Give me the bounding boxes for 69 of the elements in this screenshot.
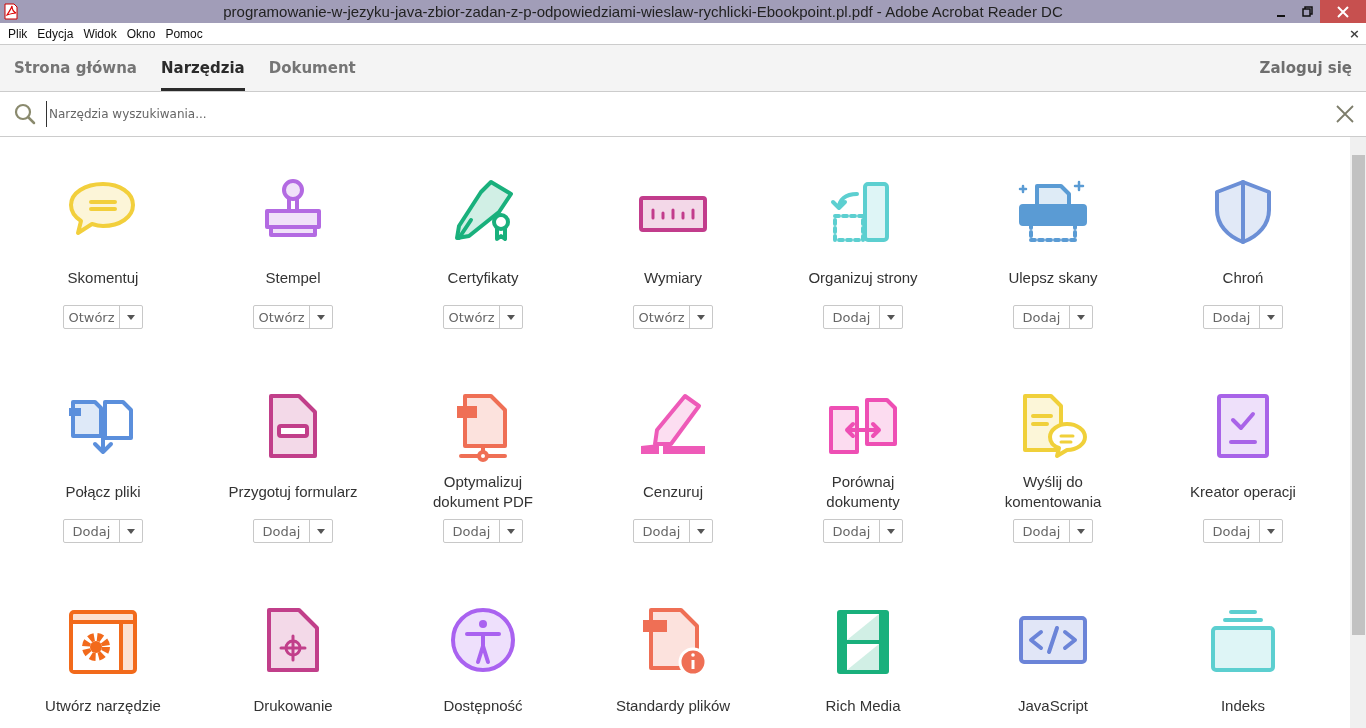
tool-name: Kreator operacji: [1189, 482, 1297, 502]
tool-action-button[interactable]: Dodaj: [253, 519, 333, 543]
tool-action-button[interactable]: Dodaj: [1013, 519, 1093, 543]
caret-icon: [1267, 314, 1275, 320]
tool-name: Skomentuj: [66, 268, 140, 288]
tool-name: Dostępność: [442, 696, 524, 716]
caret-icon: [697, 314, 705, 320]
tool-action-button[interactable]: Dodaj: [443, 519, 523, 543]
tool-action-button[interactable]: Otwórz: [253, 305, 333, 329]
close-icon[interactable]: [1336, 105, 1354, 123]
window-title: programowanie-w-jezyku-java-zbior-zadan-z-p-odpowiedziami-wieslaw-rychlicki-Ebookpoint.pl.pdf - Adobe Acrobat Reader DC: [222, 3, 1064, 20]
caret-icon: [507, 314, 515, 320]
caret-icon: [1077, 314, 1085, 320]
menu-item[interactable]: Pomoc: [161, 26, 207, 41]
tool-name: Wyślij do komentowania: [1003, 472, 1103, 512]
caret-icon: [507, 528, 515, 534]
tool-action-button[interactable]: Dodaj: [823, 519, 903, 543]
tool-name: Cenzuruj: [642, 482, 704, 502]
caret-icon: [127, 314, 135, 320]
tool-name: Ulepsz skany: [1007, 268, 1099, 288]
caret-icon: [887, 528, 895, 534]
tool-name: Chroń: [1221, 268, 1265, 288]
tool-name: JavaScript: [1017, 696, 1089, 716]
menu-item[interactable]: Edycja: [33, 26, 78, 41]
tab[interactable]: Dokument: [268, 45, 356, 91]
tool-action-button[interactable]: Dodaj: [1203, 519, 1283, 543]
caret-icon: [1267, 528, 1275, 534]
search-icon: [14, 103, 36, 125]
tool-name: Przygotuj formularz: [227, 482, 359, 502]
menu-item[interactable]: Okno: [122, 26, 160, 41]
caret-icon: [317, 528, 325, 534]
menu-item[interactable]: Plik: [4, 26, 32, 41]
caret-icon: [317, 314, 325, 320]
tab[interactable]: Strona główna: [14, 45, 137, 91]
tool-name: Organizuj strony: [807, 268, 919, 288]
tool-action-button[interactable]: Dodaj: [823, 305, 903, 329]
close-document-button[interactable]: ×: [1349, 26, 1360, 41]
tool-name: Standardy plików: [614, 696, 732, 716]
tool-action-button[interactable]: Dodaj: [1013, 305, 1093, 329]
tool-action-button[interactable]: Otwórz: [443, 305, 523, 329]
tool-name: Indeks: [1219, 696, 1267, 716]
tool-name: Certyfikaty: [446, 268, 520, 288]
tool-name: Rich Media: [824, 696, 902, 716]
minimize-icon: [1277, 14, 1285, 17]
caret-icon: [697, 528, 705, 534]
caret-icon: [1077, 528, 1085, 534]
tool-action-button[interactable]: Otwórz: [63, 305, 143, 329]
caret-icon: [127, 528, 135, 534]
tool-action-button[interactable]: Otwórz: [633, 305, 713, 329]
tool-action-button[interactable]: Dodaj: [63, 519, 143, 543]
pdf-app-icon: [4, 3, 18, 20]
close-button[interactable]: [1320, 0, 1366, 23]
tool-name: Wymiary: [642, 268, 704, 288]
scrollbar-thumb[interactable]: [1351, 155, 1365, 635]
tool-name: Połącz pliki: [64, 482, 142, 502]
scrollbar[interactable]: [1350, 137, 1366, 728]
tool-name: Porównaj dokumenty: [825, 472, 901, 512]
tab[interactable]: Narzędzia: [160, 45, 245, 91]
menu-item[interactable]: Widok: [79, 26, 121, 41]
tool-action-button[interactable]: Dodaj: [1203, 305, 1283, 329]
sign-in-link[interactable]: Zaloguj się: [1259, 45, 1352, 91]
tool-name: Utwórz narzędzie: [44, 696, 162, 716]
tool-name: Optymalizuj dokument PDF: [431, 472, 534, 512]
tool-name: Drukowanie: [252, 696, 334, 716]
caret-icon: [887, 314, 895, 320]
restore-icon: [1301, 6, 1313, 17]
close-icon: [1337, 5, 1349, 18]
tool-action-button[interactable]: Dodaj: [633, 519, 713, 543]
tool-name: Stempel: [264, 268, 322, 288]
